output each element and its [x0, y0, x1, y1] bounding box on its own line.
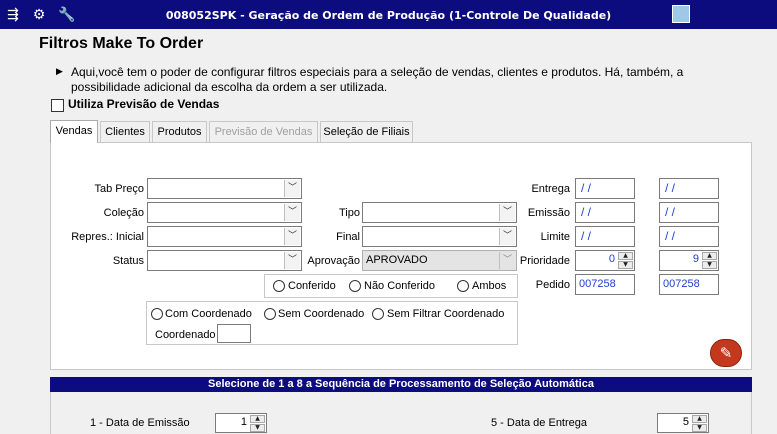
repres-inicial-label: Repres.: Inicial [71, 231, 144, 243]
tab-selecao-filiais[interactable]: Seleção de Filiais [320, 121, 413, 142]
final-select[interactable]: ﹀ [362, 226, 517, 247]
radio-ambos[interactable] [457, 280, 469, 292]
spin-up-icon[interactable]: ▲ [250, 415, 265, 423]
prioridade-from-value: 0 [608, 253, 615, 265]
aprovacao-value: APROVADO [366, 254, 428, 266]
tipo-label: Tipo [339, 207, 360, 219]
spin-up-icon[interactable]: ▲ [618, 252, 633, 260]
entrega-label: Entrega [531, 183, 570, 195]
right-scrollbar[interactable] [770, 29, 777, 434]
tab-vendas[interactable]: Vendas [50, 120, 98, 143]
emissao-label: Emissão [527, 207, 570, 219]
chevron-down-icon[interactable]: ﹀ [284, 252, 300, 269]
user-icon[interactable] [672, 5, 690, 23]
colecao-select[interactable]: ﹀ [147, 202, 302, 223]
coordenado-radio-group: Com Coordenado Sem Coordenado Sem Filtra… [146, 301, 518, 345]
prioridade-from-stepper[interactable]: 0 ▲ ▼ [575, 250, 635, 271]
limite-to-field[interactable]: / / [659, 226, 719, 247]
radio-conferido[interactable] [273, 280, 285, 292]
coordenado-label: Coordenado [155, 329, 216, 341]
chevron-down-icon[interactable]: ﹀ [284, 228, 300, 245]
sequence-header: Selecione de 1 a 8 a Sequência de Proces… [50, 377, 752, 392]
radio-nao-conferido[interactable] [349, 280, 361, 292]
use-forecast-label: Utiliza Previsão de Vendas [68, 97, 220, 111]
spin-down-icon[interactable]: ▼ [702, 261, 717, 269]
edit-icon: ✎ [719, 344, 733, 362]
tipo-select[interactable]: ﹀ [362, 202, 517, 223]
prioridade-to-value: 9 [692, 253, 699, 265]
spin-down-icon[interactable]: ▼ [618, 261, 633, 269]
radio-sem-coordenado-label: Sem Coordenado [278, 308, 365, 320]
window-titlebar: ⇶ ⚙ 🔧 008052SPK - Geração de Ordem de Pr… [0, 0, 777, 29]
conferido-radio-group: Conferido Não Conferido Ambos [264, 274, 518, 298]
repres-inicial-select[interactable]: ﹀ [147, 226, 302, 247]
radio-ambos-label: Ambos [472, 280, 507, 292]
radio-sem-filtrar-coordenado-label: Sem Filtrar Coordenado [387, 308, 505, 320]
spin-down-icon[interactable]: ▼ [250, 424, 265, 432]
status-label: Status [112, 255, 144, 267]
apply-filter-button[interactable]: ✎ [710, 339, 742, 367]
chevron-down-icon[interactable]: ﹀ [284, 180, 300, 197]
radio-com-coordenado[interactable] [151, 308, 163, 320]
entrega-from-field[interactable]: / / [575, 178, 635, 199]
prioridade-label: Prioridade [519, 255, 570, 267]
pedido-label: Pedido [535, 279, 570, 291]
bullet-arrow-icon: ▶ [56, 67, 63, 77]
radio-nao-conferido-label: Não Conferido [364, 280, 435, 292]
sequence-item5-value: 5 [682, 416, 689, 428]
tab-previsao-vendas[interactable]: Previsão de Vendas [209, 121, 318, 142]
limite-from-field[interactable]: / / [575, 226, 635, 247]
limite-label: Limite [540, 231, 570, 243]
spin-down-icon[interactable]: ▼ [692, 424, 707, 432]
spin-up-icon[interactable]: ▲ [702, 252, 717, 260]
aprovacao-select[interactable]: APROVADO ﹀ [362, 250, 517, 271]
page-title: Filtros Make To Order [39, 35, 204, 52]
tab-clientes[interactable]: Clientes [100, 121, 150, 142]
spin-up-icon[interactable]: ▲ [692, 415, 707, 423]
pedido-from-field[interactable]: 007258 [575, 274, 635, 295]
pedido-to-field[interactable]: 007258 [659, 274, 719, 295]
radio-com-coordenado-label: Com Coordenado [165, 308, 252, 320]
sequence-item1-stepper[interactable]: 1 ▲ ▼ [215, 413, 267, 433]
aprovacao-label: Aprovação [307, 255, 360, 267]
emissao-from-field[interactable]: / / [575, 202, 635, 223]
sequence-item5-label: 5 - Data de Entrega [491, 417, 588, 429]
tab-produtos[interactable]: Produtos [152, 121, 207, 142]
radio-sem-filtrar-coordenado[interactable] [372, 308, 384, 320]
entrega-to-field[interactable]: / / [659, 178, 719, 199]
use-forecast-checkbox[interactable] [51, 99, 64, 112]
tab-preco-select[interactable]: ﹀ [147, 178, 302, 199]
sequence-panel: 1 - Data de Emissão 1 ▲ ▼ 5 - Data de Ent… [50, 392, 752, 434]
status-select[interactable]: ﹀ [147, 250, 302, 271]
emissao-to-field[interactable]: / / [659, 202, 719, 223]
chevron-down-icon[interactable]: ﹀ [284, 204, 300, 221]
sequence-item1-value: 1 [240, 416, 247, 428]
coordenado-field[interactable] [217, 324, 251, 343]
radio-conferido-label: Conferido [288, 280, 336, 292]
prioridade-to-stepper[interactable]: 9 ▲ ▼ [659, 250, 719, 271]
radio-sem-coordenado[interactable] [264, 308, 276, 320]
window-title: 008052SPK - Geração de Ordem de Produção… [165, 9, 612, 22]
page-description: Aqui,você tem o poder de configurar filt… [71, 65, 684, 94]
tab-preco-label: Tab Preço [94, 183, 144, 195]
colecao-label: Coleção [103, 207, 144, 219]
sequence-item1-label: 1 - Data de Emissão [90, 417, 190, 429]
final-label: Final [336, 231, 360, 243]
sequence-item5-stepper[interactable]: 5 ▲ ▼ [657, 413, 709, 433]
